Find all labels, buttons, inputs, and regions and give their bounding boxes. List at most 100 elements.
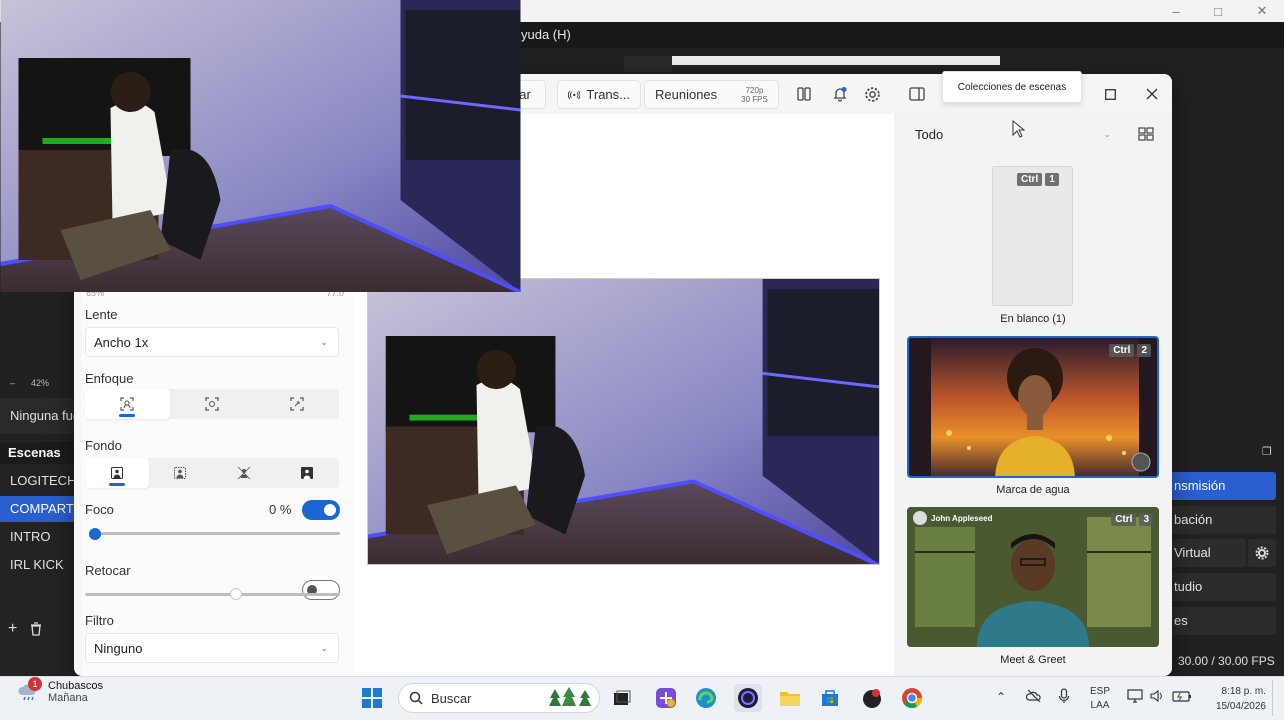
obs-scene-item[interactable]: INTRO xyxy=(0,524,74,550)
app-icon[interactable] xyxy=(858,684,886,712)
dock-float-icon[interactable]: ❐ xyxy=(1262,445,1272,458)
obs-studio-mode-button[interactable]: tudio xyxy=(1160,573,1276,601)
file-explorer-icon[interactable] xyxy=(776,684,804,712)
language-indicator[interactable]: ESP LAA xyxy=(1090,685,1110,713)
retouch-slider-thumb[interactable] xyxy=(230,588,242,600)
zoom-out-icon[interactable]: – xyxy=(10,378,15,388)
scene-card-meet-greet[interactable]: John Appleseed Ctrl 3 xyxy=(907,507,1159,647)
obs-maximize-button[interactable]: □ xyxy=(1196,0,1240,22)
autofocus-center-icon[interactable] xyxy=(170,389,255,419)
zoom-percent: 42% xyxy=(31,378,50,388)
resolution-badge: 720p 30 FPS xyxy=(741,86,768,104)
obs-close-button[interactable]: ✕ xyxy=(1240,0,1284,22)
filter-label: Filtro xyxy=(85,613,114,628)
add-scene-icon[interactable]: + xyxy=(8,620,17,638)
shortcut-mod: Ctrl xyxy=(1017,173,1043,186)
close-icon xyxy=(1146,88,1158,100)
manual-focus-icon[interactable] xyxy=(254,389,339,419)
lens-dropdown[interactable]: Ancho 1x ⌄ xyxy=(85,327,339,357)
obs-scene-item[interactable]: IRL KICK xyxy=(0,552,74,578)
layout-icon[interactable] xyxy=(792,82,816,106)
microphone-icon[interactable] xyxy=(1058,688,1070,704)
autofocus-face-icon[interactable] xyxy=(85,389,170,419)
background-remove-icon[interactable] xyxy=(212,458,276,488)
settings-icon[interactable] xyxy=(860,82,884,106)
scene-shortcut-badge: Ctrl 3 xyxy=(1111,513,1153,526)
delete-scene-icon[interactable] xyxy=(29,622,43,636)
gear-icon[interactable] xyxy=(1248,539,1276,567)
shortcut-key: 1 xyxy=(1045,173,1059,186)
retouch-toggle[interactable] xyxy=(302,580,340,600)
obs-virtual-camera-button[interactable]: Virtual xyxy=(1160,539,1246,567)
windows-start-icon[interactable] xyxy=(358,684,386,712)
meet-greet-scene-image xyxy=(907,507,1159,647)
scene-name: Meet & Greet xyxy=(1000,654,1066,666)
clock[interactable]: 8:18 p. m. 15/04/2026 xyxy=(1206,684,1266,714)
obs-minimize-button[interactable]: – xyxy=(1154,0,1198,22)
meetings-label: Reuniones xyxy=(655,87,718,102)
scene-card-blank[interactable]: Ctrl 1 xyxy=(992,166,1073,306)
scene-collections-icon[interactable] xyxy=(1134,122,1158,146)
focus-label: Enfoque xyxy=(85,371,134,386)
show-desktop-button[interactable] xyxy=(1272,680,1276,716)
edge-browser-icon[interactable] xyxy=(692,684,720,712)
obs-preview-strip xyxy=(672,56,1000,65)
stream-button[interactable]: Trans... xyxy=(557,80,641,109)
background-replace-icon[interactable] xyxy=(276,458,340,488)
watermark-scene-image xyxy=(909,338,1157,476)
filter-dropdown[interactable]: Ninguno ⌄ xyxy=(85,633,339,663)
scene-shortcut-badge: Ctrl 1 xyxy=(1017,173,1059,186)
copilot-icon[interactable] xyxy=(652,684,680,712)
blur-toggle[interactable] xyxy=(302,500,340,520)
task-view-icon[interactable] xyxy=(608,684,636,712)
notifications-icon[interactable] xyxy=(828,82,852,106)
obs-settings-button[interactable]: es xyxy=(1160,607,1276,635)
mouse-cursor-icon xyxy=(1012,120,1026,138)
broadcast-icon xyxy=(568,90,581,99)
retouch-label: Retocar xyxy=(85,563,131,578)
blur-value: 0 % xyxy=(269,502,292,517)
clock-time: 8:18 p. m. xyxy=(1221,686,1266,697)
background-blur-icon[interactable] xyxy=(149,458,213,488)
battery-icon[interactable] xyxy=(1172,689,1192,703)
obs-scene-item-active[interactable]: COMPARTI xyxy=(0,496,74,522)
chrome-icon[interactable] xyxy=(898,684,926,712)
filter-value: Ninguno xyxy=(94,640,143,656)
meetings-button[interactable]: Reuniones 720p 30 FPS xyxy=(644,80,779,109)
close-button[interactable] xyxy=(1131,80,1172,108)
scene-collections-tooltip: Colecciones de escenas xyxy=(942,71,1082,103)
lens-value: Ancho 1x xyxy=(94,334,149,350)
network-icon[interactable] xyxy=(1127,689,1143,703)
sidebar-toggle-icon[interactable] xyxy=(905,82,929,106)
trees-icon xyxy=(549,687,591,706)
caption-overlay: John Appleseed xyxy=(913,511,993,525)
volume-icon[interactable] xyxy=(1150,689,1164,703)
store-icon[interactable] xyxy=(816,684,844,712)
obs-start-stream-button[interactable]: nsmisión xyxy=(1160,472,1276,500)
taskbar-search[interactable]: Buscar xyxy=(398,683,600,713)
chevron-up-icon[interactable]: ⌃ xyxy=(996,690,1006,704)
blur-slider-track[interactable] xyxy=(94,532,340,535)
blur-slider-thumb[interactable] xyxy=(89,528,101,540)
obs-scene-item[interactable]: LOGITECH xyxy=(0,468,74,494)
scene-card-watermark[interactable]: Ctrl 2 xyxy=(907,336,1159,478)
cloud-offline-icon[interactable] xyxy=(1026,689,1042,703)
avatar xyxy=(913,511,927,525)
room-scene-image xyxy=(368,279,879,564)
weather-widget[interactable]: 1 Chubascos Mañana xyxy=(18,677,104,704)
obs-scenes-title: Escenas xyxy=(0,442,74,464)
background-none-icon[interactable] xyxy=(85,458,149,488)
clock-date: 15/04/2026 xyxy=(1215,701,1266,712)
weather-title: Chubascos xyxy=(48,680,104,692)
chevron-down-icon: ⌄ xyxy=(1103,128,1111,139)
obs-no-source-label: Ninguna fue xyxy=(0,398,74,434)
maximize-button[interactable] xyxy=(1089,80,1131,108)
caption-name: John Appleseed xyxy=(931,513,993,523)
resolution-value: 720p xyxy=(745,85,764,95)
obs-start-record-button[interactable]: bación xyxy=(1160,506,1276,534)
retouch-slider-track[interactable] xyxy=(85,593,340,596)
obs-studio-icon[interactable] xyxy=(734,684,762,712)
scene-shortcut-badge: Ctrl 2 xyxy=(1109,344,1151,357)
menu-help[interactable]: yuda (H) xyxy=(521,27,571,42)
weather-subtitle: Mañana xyxy=(48,692,88,704)
